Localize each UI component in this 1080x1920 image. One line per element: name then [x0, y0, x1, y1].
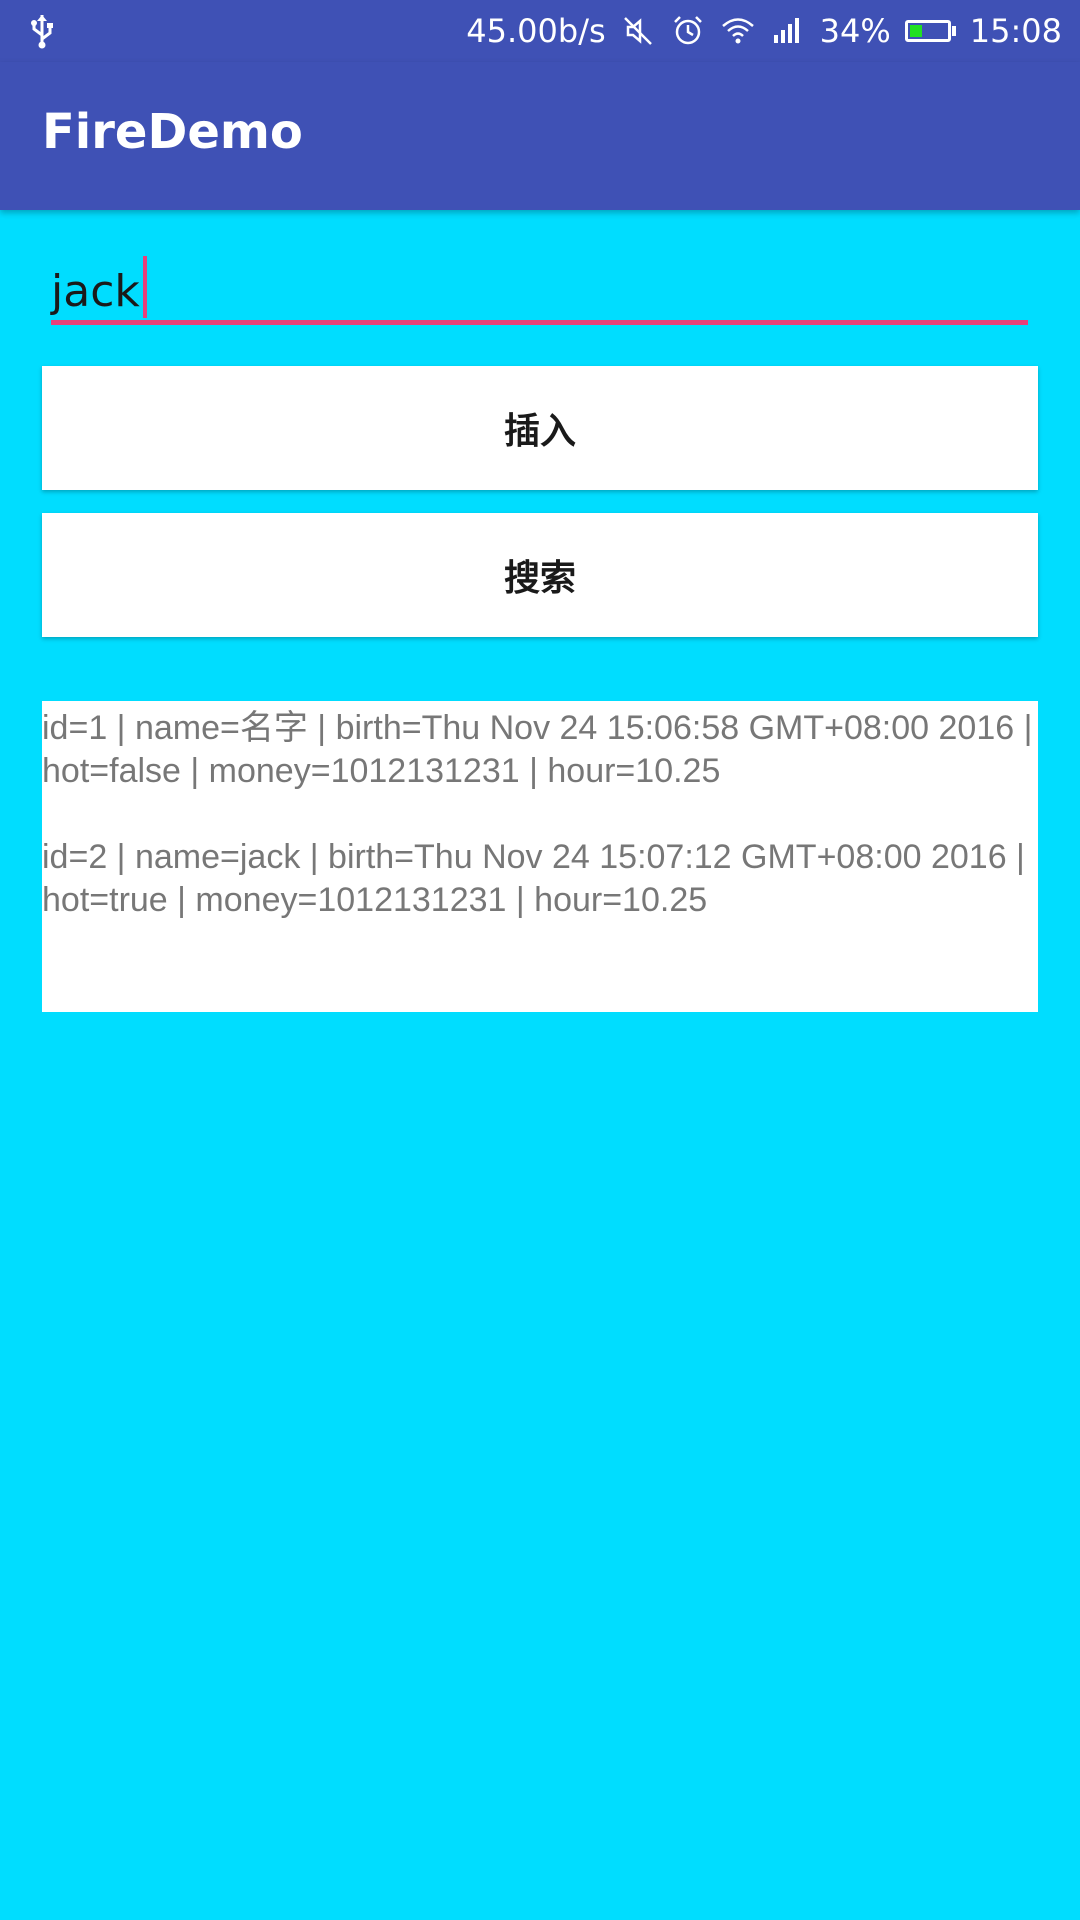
name-input-value[interactable]: jack	[51, 266, 140, 317]
app-bar: FireDemo	[0, 62, 1080, 210]
network-speed: 45.00b/s	[466, 12, 606, 50]
input-underline	[51, 320, 1028, 325]
usb-icon	[28, 13, 56, 49]
results-panel: id=1 | name=名字 | birth=Thu Nov 24 15:06:…	[42, 701, 1038, 1012]
search-button[interactable]: 搜索	[42, 513, 1038, 637]
name-input[interactable]: jack	[51, 250, 1028, 326]
status-bar: 45.00b/s 34% 15:08	[0, 0, 1080, 62]
wifi-icon	[720, 13, 756, 49]
insert-button[interactable]: 插入	[42, 366, 1038, 490]
result-record: id=1 | name=名字 | birth=Thu Nov 24 15:06:…	[42, 709, 1033, 790]
signal-icon	[770, 13, 806, 49]
result-record: id=2 | name=jack | birth=Thu Nov 24 15:0…	[42, 838, 1025, 919]
battery-percent: 34%	[819, 12, 891, 50]
app-title: FireDemo	[42, 104, 303, 160]
text-caret	[142, 256, 147, 318]
battery-icon	[904, 20, 956, 42]
status-icons: 45.00b/s 34% 15:08	[466, 0, 1062, 62]
mute-icon	[620, 13, 656, 49]
clock: 15:08	[969, 12, 1062, 50]
alarm-icon	[670, 13, 706, 49]
